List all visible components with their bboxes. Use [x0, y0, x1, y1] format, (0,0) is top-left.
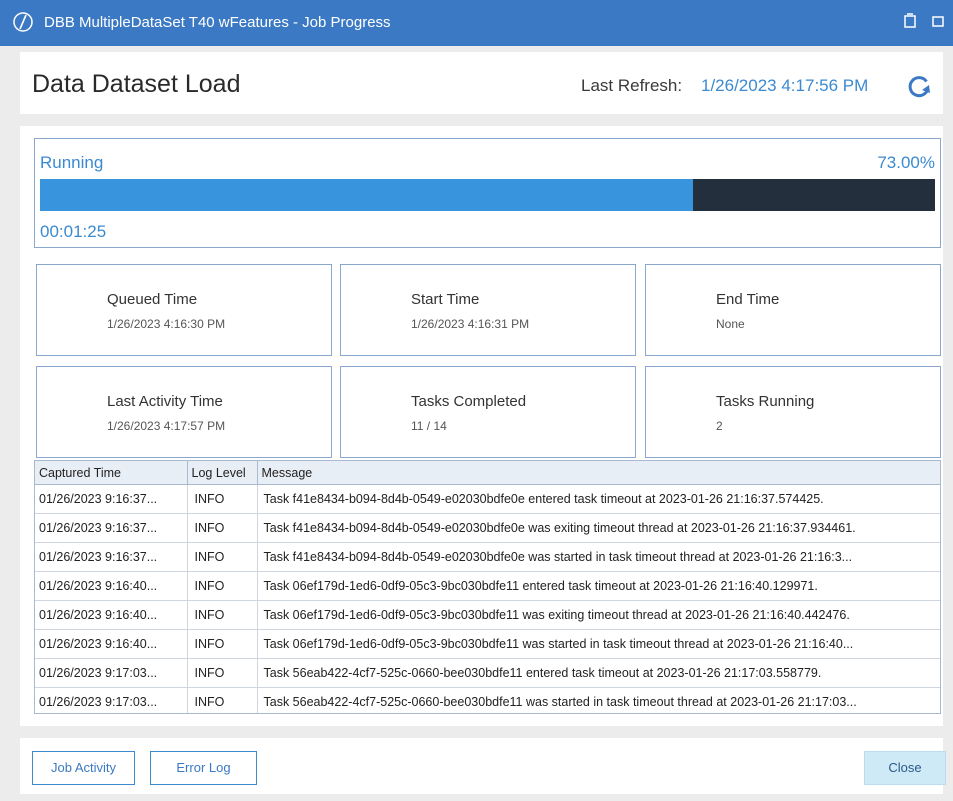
log-level: INFO [187, 571, 258, 601]
log-captured-time: 01/26/2023 9:16:37... [35, 513, 188, 543]
log-row[interactable]: 01/26/2023 9:16:37... INFO Task f41e8434-b… [35, 484, 940, 514]
card-label: Tasks Completed [411, 393, 527, 410]
log-captured-time: 01/26/2023 9:17:03... [35, 658, 188, 688]
title-bar: DBB MultipleDataSet T40 wFeatures - Job … [0, 0, 953, 46]
card-value: 11 / 14 [411, 419, 447, 433]
close-button[interactable]: Close [864, 751, 946, 785]
log-captured-time: 01/26/2023 9:16:40... [35, 600, 188, 630]
progress-percent: 73.00% [877, 153, 935, 172]
log-message: Task 06ef179d-1ed6-0df9-05c3-9bc030bdfe1… [257, 629, 940, 659]
card-value: None [716, 317, 745, 331]
log-level: INFO [187, 484, 258, 514]
restore-icon[interactable] [900, 10, 920, 32]
log-header-row: Captured Time Log Level Message [35, 461, 940, 485]
log-captured-time: 01/26/2023 9:17:03... [35, 687, 188, 713]
log-message: Task 06ef179d-1ed6-0df9-05c3-9bc030bdfe1… [257, 600, 940, 630]
card-label: Tasks Running [716, 393, 815, 410]
tasks-completed-card: Tasks Completed 11 / 14 [340, 366, 636, 458]
log-message: Task 56eab422-4cf7-525c-0660-bee030bdfe1… [257, 658, 940, 688]
progress-bar-fill [40, 179, 694, 211]
main-panel: Running 73.00% 00:01:25 Queued Time 1/26… [20, 126, 943, 726]
last-refresh-label: Last Refresh: [581, 76, 683, 95]
last-activity-card: Last Activity Time 1/26/2023 4:17:57 PM [36, 366, 332, 458]
progress-panel: Running 73.00% 00:01:25 [34, 138, 941, 248]
error-log-button[interactable]: Error Log [150, 751, 257, 785]
header-panel: Data Dataset Load Last Refresh: 1/26/202… [20, 52, 943, 114]
app-logo-icon [13, 12, 33, 32]
log-captured-time: 01/26/2023 9:16:40... [35, 629, 188, 659]
refresh-icon[interactable] [905, 72, 933, 100]
column-header-log-level[interactable]: Log Level [187, 461, 258, 485]
card-value: 1/26/2023 4:16:31 PM [411, 317, 530, 331]
card-label: End Time [716, 291, 780, 308]
log-grid[interactable]: Captured Time Log Level Message 01/26/20… [34, 460, 941, 714]
card-value: 2 [716, 419, 723, 433]
log-level: INFO [187, 658, 258, 688]
end-time-card: End Time None [645, 264, 941, 356]
card-label: Queued Time [107, 291, 198, 308]
progress-bar [40, 179, 935, 211]
card-value: 1/26/2023 4:17:57 PM [107, 419, 226, 433]
log-message: Task f41e8434-b094-8d4b-0549-e02030bdfe0… [257, 513, 940, 543]
log-row[interactable]: 01/26/2023 9:16:37... INFO Task f41e8434-b… [35, 542, 940, 572]
last-refresh-value: 1/26/2023 4:17:56 PM [701, 76, 869, 95]
log-captured-time: 01/26/2023 9:16:37... [35, 542, 188, 572]
column-header-message[interactable]: Message [257, 461, 940, 485]
log-table: Captured Time Log Level Message 01/26/20… [35, 461, 940, 713]
log-level: INFO [187, 542, 258, 572]
elapsed-time: 00:01:25 [40, 222, 107, 241]
queued-time-card: Queued Time 1/26/2023 4:16:30 PM [36, 264, 332, 356]
log-row[interactable]: 01/26/2023 9:16:40... INFO Task 06ef179d-1… [35, 629, 940, 659]
log-level: INFO [187, 600, 258, 630]
maximize-icon[interactable] [928, 10, 948, 32]
log-captured-time: 01/26/2023 9:16:37... [35, 484, 188, 514]
log-row[interactable]: 01/26/2023 9:16:37... INFO Task f41e8434-b… [35, 513, 940, 543]
log-level: INFO [187, 629, 258, 659]
log-captured-time: 01/26/2023 9:16:40... [35, 571, 188, 601]
log-body: 01/26/2023 9:16:37... INFO Task f41e8434-b… [35, 484, 940, 713]
column-header-captured-time[interactable]: Captured Time [35, 461, 188, 485]
log-message: Task 06ef179d-1ed6-0df9-05c3-9bc030bdfe1… [257, 571, 940, 601]
log-level: INFO [187, 687, 258, 713]
start-time-card: Start Time 1/26/2023 4:16:31 PM [340, 264, 636, 356]
log-row[interactable]: 01/26/2023 9:16:40... INFO Task 06ef179d-1… [35, 600, 940, 630]
log-message: Task f41e8434-b094-8d4b-0549-e02030bdfe0… [257, 542, 940, 572]
tasks-running-card: Tasks Running 2 [645, 366, 941, 458]
card-label: Last Activity Time [107, 393, 223, 410]
log-row[interactable]: 01/26/2023 9:16:40... INFO Task 06ef179d-1… [35, 571, 940, 601]
window-title: DBB MultipleDataSet T40 wFeatures - Job … [44, 14, 391, 31]
log-row[interactable]: 01/26/2023 9:17:03... INFO Task 56eab422-4… [35, 658, 940, 688]
log-level: INFO [187, 513, 258, 543]
footer-panel: Job Activity Error Log Close [20, 738, 946, 794]
log-message: Task f41e8434-b094-8d4b-0549-e02030bdfe0… [257, 484, 940, 514]
log-message: Task 56eab422-4cf7-525c-0660-bee030bdfe1… [257, 687, 940, 713]
page-title: Data Dataset Load [32, 70, 241, 98]
card-value: 1/26/2023 4:16:30 PM [107, 317, 226, 331]
job-status: Running [40, 153, 104, 172]
job-activity-button[interactable]: Job Activity [32, 751, 135, 785]
card-label: Start Time [411, 291, 480, 308]
log-row[interactable]: 01/26/2023 9:17:03... INFO Task 56eab422-4… [35, 687, 940, 713]
